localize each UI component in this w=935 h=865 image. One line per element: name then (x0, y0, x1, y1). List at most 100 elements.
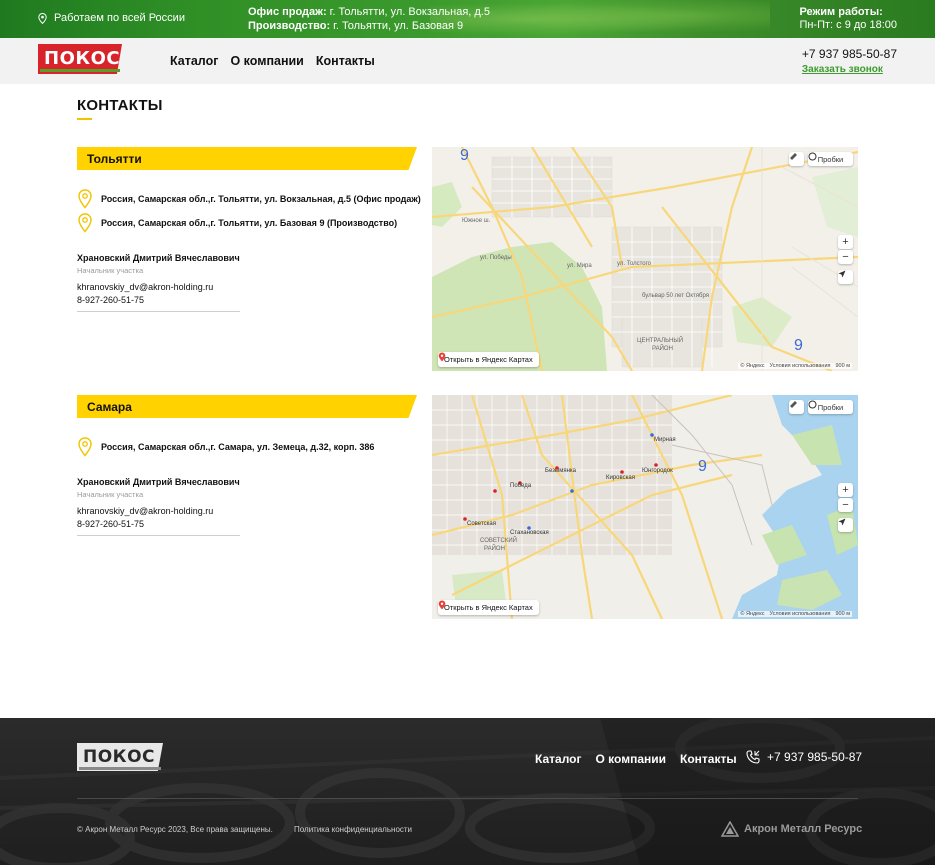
traffic-button[interactable]: Пробки (808, 400, 853, 414)
map-scale: 900 м (835, 363, 851, 369)
hours-label: Режим работы: (799, 6, 883, 18)
traffic-icon (808, 152, 817, 161)
page-title: КОНТАКТЫ (77, 97, 163, 114)
contact-card: Храновский Дмитрий Вячеславович Начальни… (77, 253, 240, 312)
contact-name: Храновский Дмитрий Вячеславович (77, 253, 240, 263)
map-canvas: 9 СОВЕТСКИЙ РАЙОН Мирная Безымянка Побед… (432, 395, 858, 619)
footer-phone[interactable]: +7 937 985-50-87 (746, 750, 862, 764)
privacy-policy-link[interactable]: Политика конфиденциальности (294, 825, 412, 834)
header-phone-block: +7 937 985-50-87 Заказать звонок (802, 47, 897, 75)
open-in-yandex-label: Открыть в Яндекс Картах (444, 603, 533, 612)
map-scale: 900 м (835, 611, 851, 617)
production-label: Производство: (248, 20, 331, 32)
address-row: Россия, Самарская обл.,г. Тольятти, ул. … (77, 189, 421, 209)
main-nav: Каталог О компании Контакты (170, 54, 375, 68)
nav-contacts[interactable]: Контакты (316, 54, 375, 68)
ruler-icon (790, 153, 797, 160)
akron-logo-icon (721, 821, 739, 837)
terms-link[interactable]: Условия использования (769, 363, 830, 369)
map-pin-icon (78, 213, 92, 233)
site-footer: ПОКОС Каталог О компании Контакты +7 937… (0, 718, 935, 865)
hours-value: Пн-Пт: с 9 до 18:00 (799, 19, 897, 31)
footer-nav: Каталог О компании Контакты (535, 752, 737, 766)
callback-link[interactable]: Заказать звонок (802, 64, 897, 75)
footer-logo[interactable]: ПОКОС (77, 743, 165, 773)
logo-text: ПОКОС (44, 48, 121, 69)
footer-brand-name: Акрон Металл Ресурс (744, 823, 863, 835)
map-station-label: Мирная (654, 437, 676, 443)
map-district-label: РАЙОН (652, 344, 673, 352)
geolocation-icon (838, 270, 846, 278)
contact-role: Начальник участка (77, 266, 144, 275)
address-row: Россия, Самарская обл.,г. Тольятти, ул. … (77, 213, 397, 233)
map-station-label: Советская (467, 521, 496, 527)
nav-catalog[interactable]: Каталог (170, 54, 218, 68)
location-pin-icon (38, 12, 47, 24)
map-station-label: Стахановская (510, 530, 549, 536)
open-in-yandex-label: Открыть в Яндекс Картах (444, 355, 533, 364)
zoom-out-button[interactable]: − (838, 250, 853, 264)
footer-nav-catalog[interactable]: Каталог (535, 752, 582, 766)
zoom-in-button[interactable]: + (838, 483, 853, 497)
map-district-label: ЦЕНТРАЛЬНЫЙ (637, 336, 683, 344)
nav-about[interactable]: О компании (230, 54, 303, 68)
yandex-copyright: © Яндекс (740, 363, 765, 369)
traffic-label: Пробки (817, 154, 844, 164)
svg-text:9: 9 (460, 147, 469, 164)
top-info-bar: Работаем по всей России Офис продаж: г. … (0, 0, 935, 38)
map-station-label: Безымянка (545, 468, 577, 474)
yandex-copyright: © Яндекс (740, 611, 765, 617)
geolocation-button[interactable] (838, 518, 853, 532)
svg-text:9: 9 (794, 337, 803, 354)
map-station-label: Кировская (606, 475, 635, 481)
footer-brand[interactable]: Акрон Металл Ресурс (721, 821, 862, 837)
svg-text:9: 9 (698, 458, 707, 475)
ruler-button[interactable] (789, 152, 804, 166)
footer-logo-stripe (79, 767, 161, 770)
ruler-button[interactable] (789, 400, 804, 414)
map-station-label: Победа (510, 483, 532, 489)
minus-icon: − (842, 499, 849, 511)
contact-phone[interactable]: 8-927-260-51-75 (77, 519, 240, 529)
footer-nav-about[interactable]: О компании (596, 752, 667, 766)
zoom-in-button[interactable]: + (838, 235, 853, 249)
contact-role: Начальник участка (77, 490, 144, 499)
header-phone[interactable]: +7 937 985-50-87 (802, 47, 897, 61)
address-text: Россия, Самарская обл.,г. Тольятти, ул. … (101, 218, 398, 228)
open-in-yandex-button[interactable]: Открыть в Яндекс Картах (438, 352, 539, 367)
map-copyright: © Яндекс Условия использования 900 м (738, 363, 852, 369)
plus-icon: + (842, 484, 849, 496)
contact-phone[interactable]: 8-927-260-51-75 (77, 295, 240, 305)
map-street-label: ул. Толстого (617, 261, 652, 267)
footer-phone-number: +7 937 985-50-87 (767, 750, 863, 764)
ruler-icon (790, 401, 797, 408)
contact-email[interactable]: khranovskiy_dv@akron-holding.ru (77, 282, 240, 292)
yandex-maps-pin-icon (438, 352, 446, 362)
traffic-label: Пробки (817, 402, 844, 412)
geolocation-icon (838, 518, 846, 526)
phone-icon (746, 750, 760, 764)
map-tolyatti[interactable]: 9 9 ЦЕНТРАЛЬНЫЙ РАЙОН ул. Мира Южное ш. … (432, 147, 858, 371)
city-heading-tolyatti: Тольятти (77, 147, 417, 170)
working-hours: Режим работы: Пн-Пт: с 9 до 18:00 (799, 6, 897, 32)
map-pin-icon (78, 189, 92, 209)
region-text: Работаем по всей России (54, 12, 185, 24)
zoom-out-button[interactable]: − (838, 498, 853, 512)
open-in-yandex-button[interactable]: Открыть в Яндекс Картах (438, 600, 539, 615)
geolocation-button[interactable] (838, 270, 853, 284)
contact-email[interactable]: khranovskiy_dv@akron-holding.ru (77, 506, 240, 516)
terms-link[interactable]: Условия использования (769, 611, 830, 617)
address-row: Россия, Самарская обл.,г. Самара, ул. Зе… (77, 437, 374, 457)
site-logo[interactable]: ПОКОС (38, 44, 126, 74)
map-copyright: © Яндекс Условия использования 900 м (738, 611, 852, 617)
minus-icon: − (842, 251, 849, 263)
region-info: Работаем по всей России (38, 12, 185, 24)
addresses-info: Офис продаж: г. Тольятти, ул. Вокзальная… (248, 5, 490, 33)
contact-name: Храновский Дмитрий Вячеславович (77, 477, 240, 487)
footer-background (0, 718, 935, 865)
map-pin-icon (78, 437, 92, 457)
contact-card: Храновский Дмитрий Вячеславович Начальни… (77, 477, 240, 536)
footer-nav-contacts[interactable]: Контакты (680, 752, 737, 766)
traffic-button[interactable]: Пробки (808, 152, 853, 166)
map-samara[interactable]: 9 СОВЕТСКИЙ РАЙОН Мирная Безымянка Побед… (432, 395, 858, 619)
